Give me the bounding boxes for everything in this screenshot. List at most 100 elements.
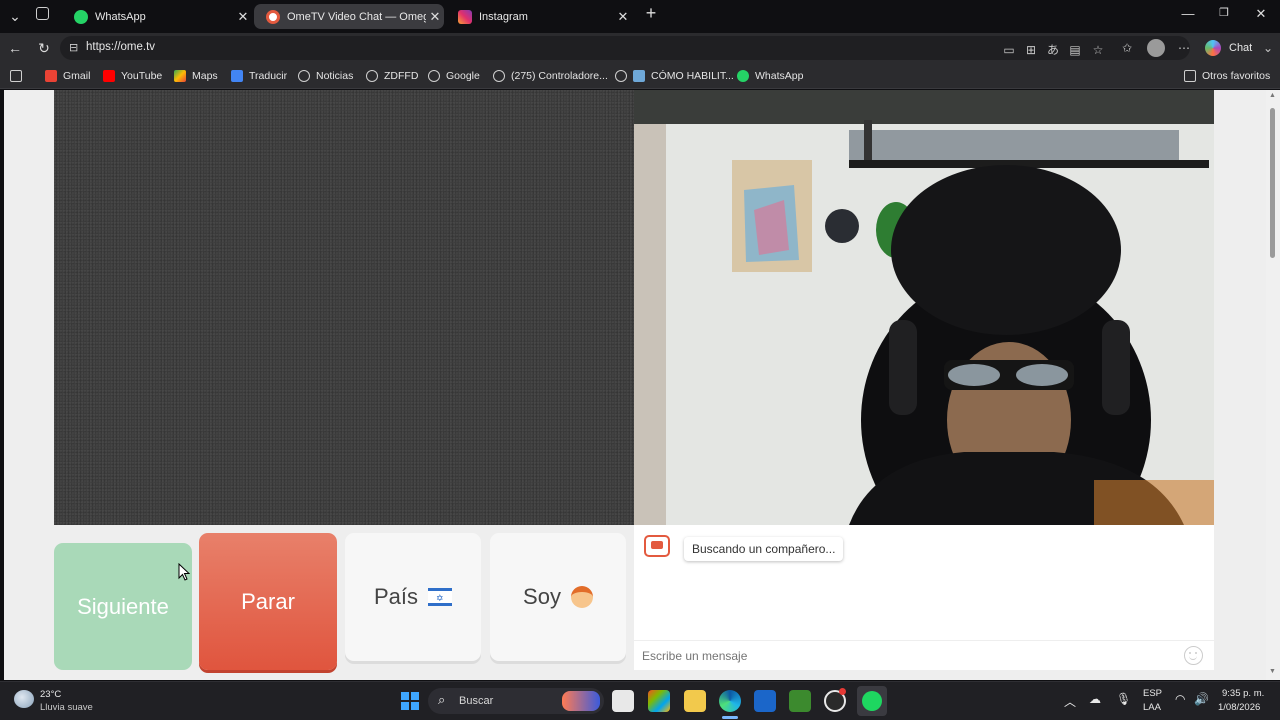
next-button[interactable]: Siguiente [54,543,192,670]
stop-button[interactable]: Parar [199,533,337,670]
globe-icon [493,70,505,82]
sidebar-toggle-icon[interactable]: ⌄ [1260,40,1276,56]
minimize-icon[interactable]: — [1178,6,1198,21]
chat-panel: Buscando un compañero... [634,525,1214,670]
notification-badge [839,688,846,695]
tab-strip: ⌄ WhatsApp ✕ OmeTV Video Chat — Omegle ✕… [0,0,1280,33]
other-favorites[interactable]: Otros favoritos [1184,68,1270,84]
reader-icon[interactable]: ▤ [1067,42,1083,58]
close-tab-icon[interactable]: ✕ [614,9,632,25]
navigation-bar: ← ↻ ⊟ https://ome.tv ▭ ⊞ あ ▤ ☆ ✩ ⋯ Chat … [0,33,1280,63]
gender-button[interactable]: Soy [490,533,626,661]
new-tab-icon[interactable]: + [641,3,661,24]
microsoft365-icon[interactable] [648,690,670,712]
language-indicator[interactable]: ESP [1143,688,1162,699]
page-icon [633,70,645,82]
message-composer [634,640,1214,670]
cloud-icon[interactable]: ☁ [1089,692,1101,706]
tab-actions-icon[interactable]: ⌄ [6,7,24,25]
bookmark-controladores[interactable]: (275) Controladore... [493,68,608,84]
search-highlight-icon [562,691,600,711]
wifi-icon[interactable]: ◠ [1175,692,1185,706]
collections-icon[interactable] [10,68,28,84]
bookmark-gmail[interactable]: Gmail [45,68,90,84]
windows-start-icon[interactable] [401,692,419,710]
globe-icon [366,70,378,82]
profile-avatar[interactable] [1147,39,1165,57]
translate-icon[interactable]: あ [1045,42,1061,58]
bookmarks-bar: Gmail YouTube Maps Traducir Noticias ZDF… [0,63,1280,89]
instagram-icon [458,9,472,24]
translate-icon [231,70,243,82]
message-input[interactable] [642,647,1162,665]
close-tab-icon[interactable]: ✕ [426,9,444,25]
clock-time[interactable]: 9:35 p. m. [1222,688,1264,699]
address-bar[interactable]: ⊟ https://ome.tv ▭ ⊞ あ ▤ ☆ [60,36,1190,60]
workspaces-icon[interactable] [36,7,49,20]
tab-ometv[interactable]: OmeTV Video Chat — Omegle ✕ [254,4,444,29]
camera-icon[interactable]: ▭ [1001,42,1017,58]
maps-icon [174,70,186,82]
store-icon[interactable] [754,690,776,712]
tab-instagram[interactable]: Instagram ✕ [446,4,632,29]
folder-icon [1184,70,1196,82]
restore-icon[interactable]: ❐ [1214,6,1234,19]
israel-flag-icon: ✡ [428,588,453,606]
reload-icon[interactable]: ↻ [35,39,53,57]
apps-icon[interactable]: ⊞ [1023,42,1039,58]
close-tab-icon[interactable]: ✕ [234,9,252,25]
page-scrollbar[interactable]: ▲ ▼ [1266,90,1280,680]
copilot-icon[interactable] [1205,40,1221,56]
self-camera-video [634,90,1214,525]
url-text[interactable]: https://ome.tv [86,41,155,53]
bookmark-como-habilitar[interactable]: CÓMO HABILIT... [615,68,734,84]
bookmark-traducir[interactable]: Traducir [231,68,287,84]
microphone-icon[interactable]: 🎙 [1116,692,1131,706]
bookmark-noticias[interactable]: Noticias [298,68,353,84]
scrollbar-thumb[interactable] [1270,108,1275,258]
weather-desc[interactable]: Lluvia suave [40,702,93,713]
bookmark-youtube[interactable]: YouTube [103,68,162,84]
minecraft-icon[interactable] [789,690,811,712]
tab-whatsapp[interactable]: WhatsApp ✕ [62,4,252,29]
edge-icon[interactable] [719,690,741,712]
partner-video [54,90,634,525]
globe-icon [428,70,440,82]
whatsapp-icon [74,9,88,24]
more-menu-icon[interactable]: ⋯ [1176,40,1192,56]
layout-indicator[interactable]: LAA [1143,702,1161,713]
favorite-star-icon[interactable]: ☆ [1090,42,1106,58]
globe-icon [298,70,310,82]
favorites-icon[interactable]: ✩ [1119,40,1135,56]
weather-temp[interactable]: 23°C [40,689,61,700]
taskbar-search[interactable]: ⌕ Buscar [428,688,604,714]
bookmark-whatsapp[interactable]: WhatsApp [737,68,803,84]
clock-date[interactable]: 1/08/2026 [1218,702,1260,713]
search-icon: ⌕ [438,692,446,707]
site-info-icon[interactable]: ⊟ [69,41,78,54]
chat-button[interactable]: Chat [1229,42,1252,54]
country-button[interactable]: País ✡ [345,533,481,661]
mouse-cursor-icon [178,563,190,581]
show-hidden-icons[interactable]: ︿ [1064,693,1076,710]
spotify-icon [862,691,882,711]
globe-icon [615,70,627,82]
whatsapp-icon [737,70,749,82]
bookmark-google[interactable]: Google [428,68,480,84]
bookmark-maps[interactable]: Maps [174,68,218,84]
camera-feed-image [634,90,1214,525]
weather-rain-icon[interactable] [14,690,34,708]
ometv-icon [266,9,280,24]
close-window-icon[interactable]: ✕ [1251,6,1271,22]
ometv-logo-icon [644,535,670,557]
emoji-icon[interactable] [1184,646,1203,665]
youtube-icon [103,70,115,82]
volume-icon[interactable]: 🔊 [1194,692,1209,706]
chat-status-message: Buscando un compañero... [684,537,844,561]
windows-taskbar: 23°C Lluvia suave ⌕ Buscar ︿ ☁ 🎙 ESP LAA… [0,681,1280,720]
file-explorer-icon[interactable] [684,690,706,712]
back-icon[interactable]: ← [6,39,24,57]
ometv-page: Siguiente Parar País ✡ Soy Buscando un c… [4,90,1266,680]
task-view-icon[interactable] [612,690,634,712]
bookmark-zdffd[interactable]: ZDFFD [366,68,418,84]
